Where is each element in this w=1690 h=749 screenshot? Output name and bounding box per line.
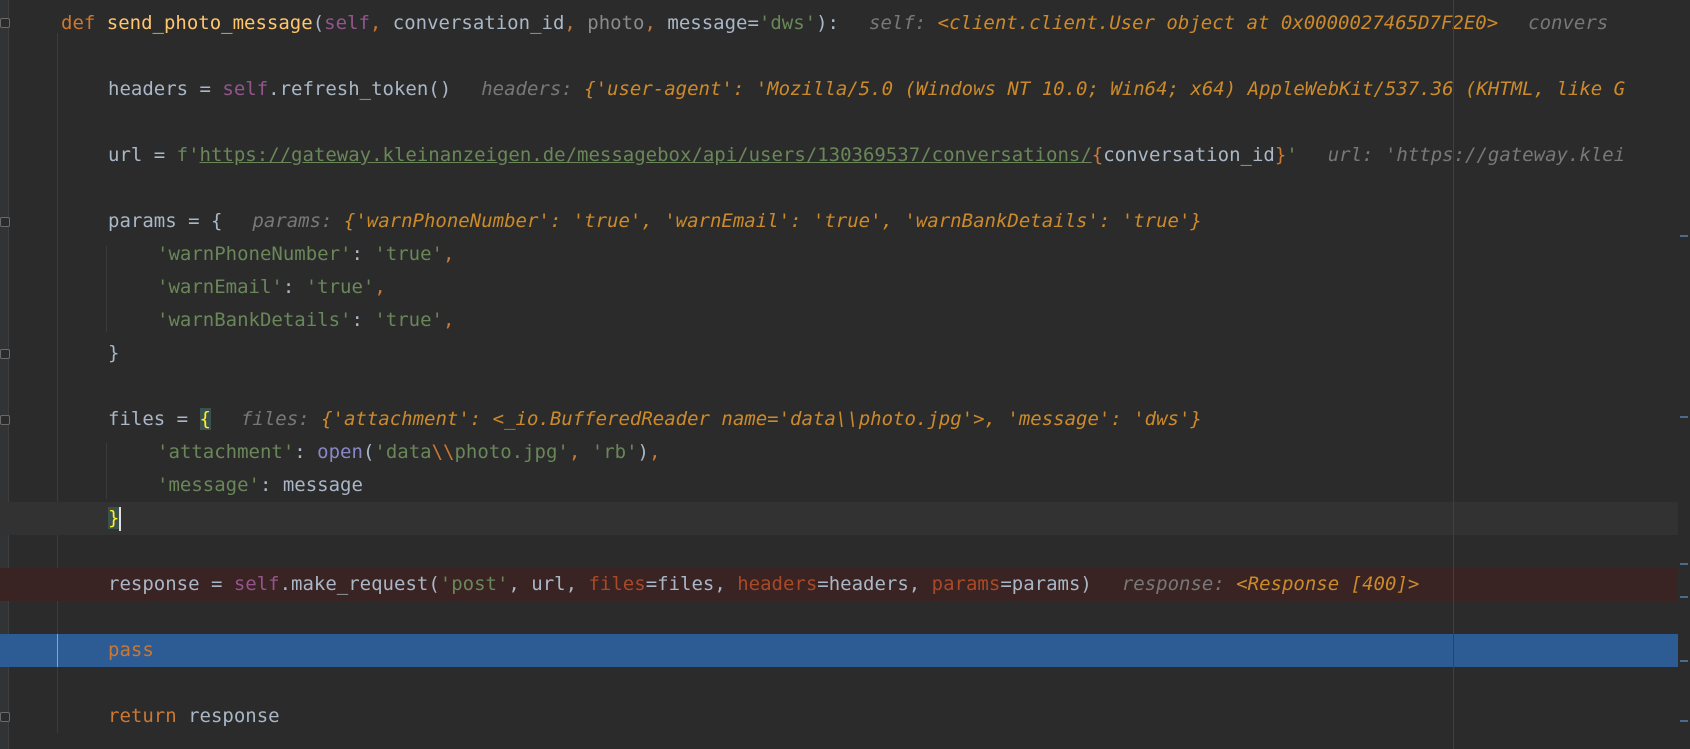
param-photo: photo — [587, 12, 645, 34]
inline-hint-label: params: — [252, 210, 333, 232]
code-line[interactable]: 'warnPhoneNumber': 'true', — [0, 238, 1690, 271]
indent-guide — [57, 33, 58, 733]
inline-hint-value: {'warnPhoneNumber': 'true', 'warnEmail':… — [343, 210, 1202, 232]
inline-hint-label: response: — [1121, 573, 1225, 595]
code-line-current[interactable]: } — [0, 502, 1690, 535]
scroll-marker — [1680, 235, 1688, 237]
editor-scrollbar[interactable] — [1678, 0, 1690, 749]
right-margin-guide — [1453, 0, 1454, 749]
inline-hint-label: headers: — [481, 78, 573, 100]
keyword-pass: pass — [108, 639, 154, 661]
matched-brace: { — [199, 408, 211, 430]
scroll-marker — [1680, 720, 1688, 722]
param-self: self — [324, 12, 370, 34]
url-link[interactable]: https://gateway.kleinanzeigen.de/message… — [200, 144, 1092, 166]
code-line-params[interactable]: params = {params: {'warnPhoneNumber': 't… — [0, 205, 1690, 238]
inline-hint-value: 'https://gateway.klei — [1384, 144, 1626, 166]
inline-hint-value: {'attachment': <_io.BufferedReader name=… — [321, 408, 1202, 430]
inline-hint-value: <client.client.User object at 0x00000274… — [937, 12, 1499, 34]
inline-hint-label: url: — [1327, 144, 1374, 166]
inline-hint-label: convers — [1528, 12, 1609, 34]
inline-hint-label: files: — [240, 408, 310, 430]
code-line-headers[interactable]: headers = self.refresh_token() headers: {… — [0, 73, 1690, 106]
keyword-def: def — [61, 12, 96, 34]
code-line-execution-point[interactable]: pass — [0, 634, 1690, 667]
inline-hint-value: <Response [400]> — [1236, 573, 1420, 595]
code-line-breakpoint[interactable]: response = self.make_request('post', url… — [0, 568, 1690, 601]
code-line-return[interactable]: return response — [0, 700, 1690, 733]
matched-brace: } — [108, 507, 120, 529]
code-editor[interactable]: def send_photo_message(self, conversatio… — [0, 0, 1690, 749]
inline-hint-label: self: — [869, 12, 927, 34]
scroll-marker — [1680, 596, 1688, 598]
scroll-marker — [1680, 660, 1688, 662]
code-line[interactable]: 'message': message — [0, 469, 1690, 502]
code-line[interactable]: 'attachment': open('data\\photo.jpg', 'r… — [0, 436, 1690, 469]
text-caret — [119, 506, 122, 531]
scroll-marker — [1680, 563, 1688, 565]
scroll-marker — [1680, 416, 1688, 418]
function-name: send_photo_message — [106, 12, 313, 34]
code-line[interactable]: } — [0, 337, 1690, 370]
param-message: message — [667, 12, 748, 34]
keyword-return: return — [108, 705, 177, 727]
code-line-def[interactable]: def send_photo_message(self, conversatio… — [0, 7, 1690, 40]
code-line-files[interactable]: files = {files: {'attachment': <_io.Buff… — [0, 403, 1690, 436]
inline-hint-value: {'user-agent': 'Mozilla/5.0 (Windows NT … — [584, 78, 1626, 100]
code-line[interactable]: 'warnBankDetails': 'true', — [0, 304, 1690, 337]
code-line-url[interactable]: url = f'https://gateway.kleinanzeigen.de… — [0, 139, 1690, 172]
param-conversation-id: conversation_id — [392, 12, 565, 34]
execution-marker — [57, 634, 58, 667]
code-line[interactable]: 'warnEmail': 'true', — [0, 271, 1690, 304]
